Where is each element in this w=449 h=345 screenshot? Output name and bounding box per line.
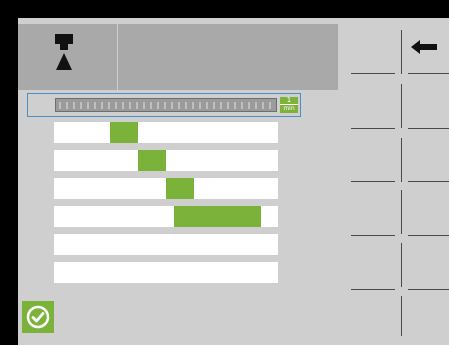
back-button[interactable]	[405, 30, 449, 74]
feed-rate-row[interactable]: 1 min	[27, 93, 301, 117]
arrow-left-icon	[411, 40, 437, 54]
softkey-separator	[351, 235, 395, 236]
softkey-separator	[351, 73, 395, 74]
feed-unit-denominator: min	[280, 104, 298, 112]
softkey-separator	[351, 181, 395, 182]
sequence-block	[138, 150, 166, 171]
softkey-divider	[401, 190, 402, 234]
sequence-row[interactable]	[54, 262, 278, 283]
feed-unit-numerator: 1	[286, 96, 292, 104]
softkey-separator	[351, 128, 395, 129]
softkey-separator	[408, 128, 449, 129]
checkmark-circle-icon	[26, 305, 50, 329]
sequence-row[interactable]	[54, 234, 278, 255]
confirm-button[interactable]	[22, 301, 54, 333]
softkey-separator	[408, 235, 449, 236]
feed-rate-scale	[55, 98, 277, 112]
softkey-divider	[401, 296, 402, 336]
sequence-row[interactable]	[54, 122, 278, 143]
softkey-separator	[408, 73, 449, 74]
softkey-divider	[401, 84, 402, 128]
sequence-row[interactable]	[54, 150, 278, 171]
screen: 1 min	[0, 0, 449, 345]
softkey-divider	[401, 30, 402, 74]
sequence-block	[166, 178, 194, 199]
feed-per-minute-icon: 1 min	[280, 97, 298, 113]
softkey-separator	[408, 181, 449, 182]
tool-holder-icon[interactable]	[52, 34, 76, 78]
sequence-block	[110, 122, 138, 143]
main-panel: 1 min	[18, 18, 449, 345]
sequence-row[interactable]	[54, 178, 278, 199]
sequence-block	[174, 206, 261, 227]
softkey-separator	[408, 289, 449, 290]
softkey-divider	[401, 138, 402, 182]
softkey-separator	[351, 289, 395, 290]
softkey-divider	[401, 243, 402, 287]
header-divider	[117, 24, 118, 90]
sequence-row[interactable]	[54, 206, 278, 227]
